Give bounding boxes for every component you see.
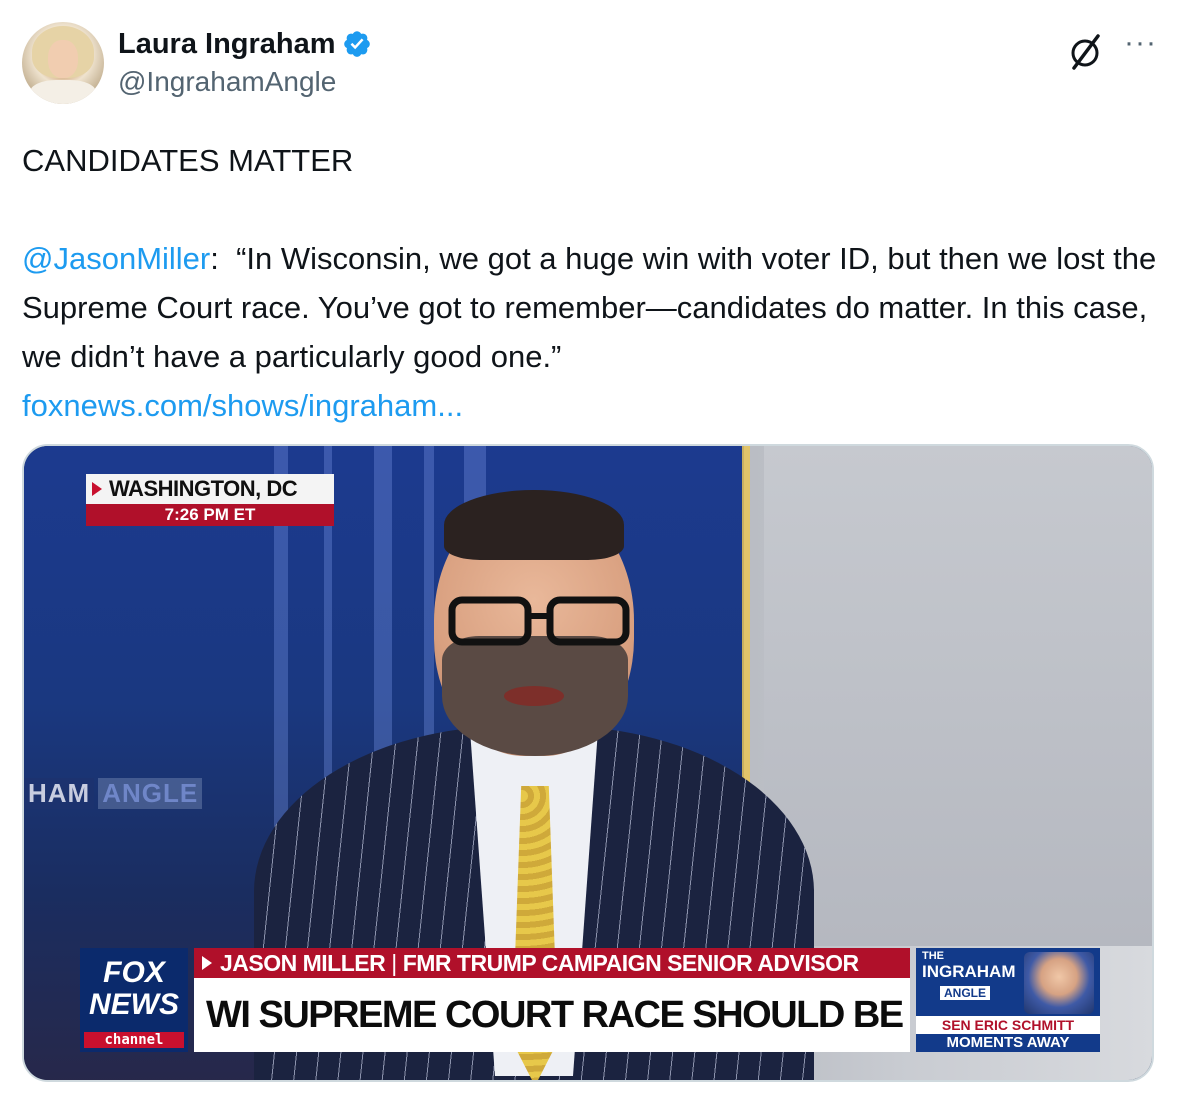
mention-link[interactable]: @JasonMiller xyxy=(22,241,210,276)
lower-third-banner: FOX NEWS channel JASON MILLER | FMR TRUMP … xyxy=(80,948,1100,1056)
show-promo-box: THE INGRAHAM ANGLE SEN ERIC SCHMITT MOME… xyxy=(916,948,1100,1052)
article-link[interactable]: foxnews.com/shows/ingraham... xyxy=(22,388,463,423)
avatar-body xyxy=(30,80,96,104)
fox-logo-channel: channel xyxy=(84,1032,184,1048)
guest-name-bar: JASON MILLER | FMR TRUMP CAMPAIGN SENIOR A… xyxy=(194,948,910,978)
guest-mouth xyxy=(504,686,564,706)
verified-badge-icon xyxy=(343,31,370,57)
author-name-row: Laura Ingraham xyxy=(118,26,372,62)
tweet-headline: CANDIDATES MATTER xyxy=(22,143,354,178)
background-show-logo: HAM ANGLE xyxy=(24,776,203,810)
more-options-icon[interactable]: ··· xyxy=(1124,28,1164,58)
show-name: INGRAHAM xyxy=(922,962,1016,981)
guest-title: FMR TRUMP CAMPAIGN SENIOR ADVISOR xyxy=(402,950,859,976)
tweet-body: CANDIDATES MATTER @JasonMiller: “In Wisc… xyxy=(22,136,1162,430)
promo-guest-photo xyxy=(1024,952,1094,1014)
grok-icon[interactable] xyxy=(1068,32,1104,72)
separator: | xyxy=(391,950,397,976)
promo-moments-away: MOMENTS AWAY xyxy=(916,1034,1100,1052)
headline-bar: WI SUPREME COURT RACE SHOULD BE WAKE-UP … xyxy=(194,978,910,1052)
promo-guest-name: SEN ERIC SCHMITT xyxy=(916,1016,1100,1034)
white-triangle-icon xyxy=(202,956,212,970)
fox-logo-news: NEWS xyxy=(89,988,179,1021)
tweet-header: Laura Ingraham @IngrahamAngle ··· xyxy=(22,22,1164,108)
author-avatar[interactable] xyxy=(22,22,104,104)
show-the: THE xyxy=(922,950,944,962)
background-text-angle: ANGLE xyxy=(98,777,203,809)
guest-name: JASON MILLER xyxy=(220,950,386,976)
background-text-ham: HAM xyxy=(24,777,95,809)
glasses-icon xyxy=(448,596,630,646)
avatar-face xyxy=(48,40,78,78)
author-handle[interactable]: @IngrahamAngle xyxy=(118,66,336,98)
guest-hair xyxy=(444,490,624,560)
show-angle: ANGLE xyxy=(940,986,990,1000)
fox-news-logo: FOX NEWS channel xyxy=(80,948,188,1052)
tweet-media-image[interactable]: HAM ANGLE WASHINGTON, DC 7:26 PM ET FOX … xyxy=(22,444,1154,1082)
red-triangle-icon xyxy=(92,482,102,496)
fox-logo-fox: FOX xyxy=(103,956,165,989)
studio-wall-panel xyxy=(764,446,1152,946)
author-name[interactable]: Laura Ingraham xyxy=(118,28,336,61)
